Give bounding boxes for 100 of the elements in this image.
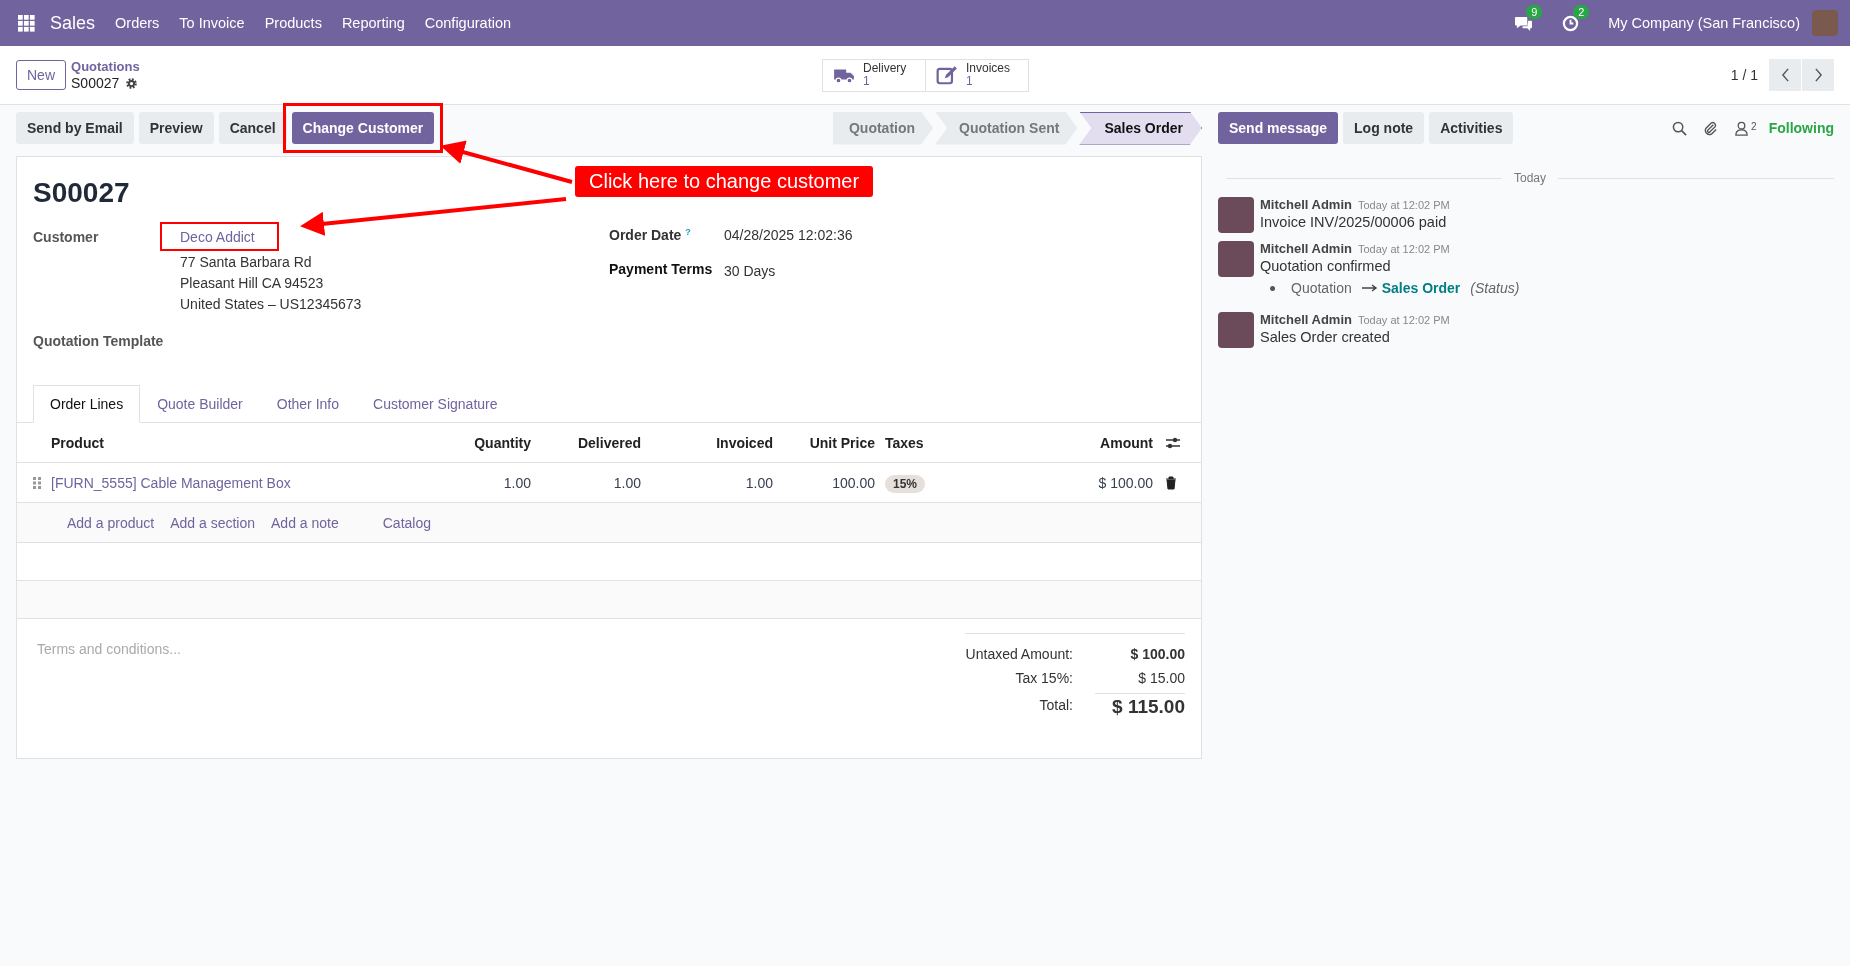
menu-item[interactable]: Orders <box>115 15 160 31</box>
customer-link[interactable]: Deco Addict <box>180 229 255 245</box>
table-cell-text: $ 100.00 <box>1097 474 1153 491</box>
smart-count: 1 <box>863 75 870 88</box>
tab[interactable]: Other Info <box>259 385 357 423</box>
old-value: Quotation <box>1291 280 1352 296</box>
apps-grid-icon[interactable] <box>18 14 35 32</box>
record-title: S00027 <box>33 177 130 209</box>
product-cell[interactable]: [FURN_5555] Cable Management Box <box>51 474 421 491</box>
table-cell-text: 1.00 <box>502 474 531 491</box>
menu-item[interactable]: To Invoice <box>179 15 245 31</box>
field-label: Customer <box>33 228 100 245</box>
table-cell-text: 1.00 <box>612 474 641 491</box>
address-line: Pleasant Hill CA 94523 <box>180 274 325 293</box>
right-arrow-icon <box>1361 284 1378 292</box>
address-line: 77 Santa Barbara Rd <box>180 253 313 272</box>
tab[interactable]: Customer Signature <box>356 385 515 423</box>
chatter-button[interactable]: Send message <box>1218 112 1339 144</box>
following-button[interactable]: Following <box>1768 120 1834 136</box>
column-header[interactable]: Taxes <box>875 434 1005 451</box>
action-button[interactable]: Send by Email <box>16 112 134 144</box>
sliders-icon[interactable] <box>1165 435 1181 450</box>
menu-item[interactable]: Products <box>264 15 322 31</box>
avatar <box>1218 241 1254 277</box>
author-name[interactable]: Mitchell Admin <box>1260 197 1352 212</box>
smart-button[interactable]: Delivery 1 <box>822 58 926 92</box>
chatter-button[interactable]: Activities <box>1429 112 1514 144</box>
help-mark[interactable]: ? <box>685 227 691 237</box>
add-link[interactable]: Add a product <box>67 514 155 531</box>
trash-icon[interactable] <box>1165 475 1177 490</box>
column-header[interactable]: Quantity <box>421 434 531 451</box>
smart-label: Delivery <box>863 62 907 75</box>
app-name[interactable]: Sales <box>50 12 96 34</box>
tab[interactable]: Order Lines <box>33 385 141 423</box>
search-icon[interactable] <box>1672 120 1688 136</box>
person-icon[interactable] <box>1734 120 1750 136</box>
tab[interactable]: Quote Builder <box>140 385 260 423</box>
column-header[interactable]: Amount <box>1005 434 1153 451</box>
total-value: $ 15.00 <box>1137 670 1185 686</box>
next-button[interactable] <box>1802 59 1834 91</box>
message-text: Quotation confirmed <box>1260 258 1392 274</box>
column-header[interactable]: Product <box>51 434 421 451</box>
total-label: Untaxed Amount: <box>965 646 1073 662</box>
message-time: Today at 12:02 PM <box>1357 314 1450 326</box>
message-time: Today at 12:02 PM <box>1357 243 1450 255</box>
avatar <box>1218 312 1254 348</box>
message-text: Sales Order created <box>1260 329 1391 345</box>
previous-button[interactable] <box>1769 59 1801 91</box>
column-header[interactable]: Delivered <box>531 434 641 451</box>
status-stage[interactable]: Quotation Sent <box>935 111 1078 145</box>
smart-button[interactable]: Invoices 1 <box>925 58 1029 92</box>
field-name: (Status) <box>1470 280 1520 296</box>
message-time: Today at 12:02 PM <box>1357 199 1450 211</box>
status-stage[interactable]: Quotation <box>832 111 934 145</box>
total-label: Total: <box>1039 697 1073 713</box>
drag-handle-icon[interactable] <box>33 476 41 489</box>
menu-item[interactable]: Reporting <box>341 15 405 31</box>
address-line: United States – US12345673 <box>180 295 362 314</box>
status-stage[interactable]: Sales Order <box>1079 111 1202 145</box>
total-label: Tax 15%: <box>1015 670 1073 686</box>
breadcrumb-link[interactable]: Quotations <box>71 59 140 75</box>
field-value: 30 Days <box>724 262 776 279</box>
clock-icon[interactable] <box>1561 14 1581 32</box>
chat-bubbles-icon[interactable] <box>1514 14 1534 32</box>
table-cell-text: 1.00 <box>744 474 773 491</box>
action-button[interactable]: Cancel <box>218 112 287 144</box>
action-button[interactable]: Change Customer <box>291 112 435 144</box>
edit-icon <box>936 65 958 85</box>
menu-item[interactable]: Configuration <box>424 15 511 31</box>
new-value: Sales Order <box>1381 280 1461 296</box>
column-header[interactable]: Invoiced <box>641 434 773 451</box>
add-link[interactable]: Add a note <box>271 514 339 531</box>
total-value: $ 115.00 <box>1095 692 1185 718</box>
field-label: Payment Terms <box>609 260 714 277</box>
chatter-button[interactable]: Log note <box>1343 112 1425 144</box>
message-text: Invoice INV/2025/00006 paid <box>1260 214 1448 230</box>
count-badge: 2 <box>1573 4 1590 19</box>
record-name: S00027 <box>71 75 120 91</box>
chevron-right-icon <box>1813 68 1823 82</box>
smart-count: 1 <box>966 75 974 88</box>
gear-icon[interactable] <box>125 76 139 90</box>
pager-value: 1 / 1 <box>1730 67 1758 83</box>
field-label: Order Date <box>609 227 682 243</box>
author-name[interactable]: Mitchell Admin <box>1260 241 1352 256</box>
company-name[interactable]: My Company (San Francisco) <box>1608 15 1800 31</box>
avatar <box>1218 197 1254 233</box>
column-header[interactable]: Unit Price <box>773 434 875 451</box>
new-button[interactable]: New <box>16 60 66 90</box>
field-label: Quotation Template <box>33 332 165 349</box>
author-name[interactable]: Mitchell Admin <box>1260 312 1352 327</box>
table-cell-text: 100.00 <box>831 474 875 491</box>
date-separator: Today <box>1513 171 1547 185</box>
paperclip-icon[interactable] <box>1703 120 1719 136</box>
bullet-dot <box>1270 285 1275 291</box>
tax-tag: 15% <box>885 474 926 493</box>
chevron-left-icon <box>1780 68 1790 82</box>
annotation-callout: Click here to change customer <box>575 166 874 197</box>
action-button[interactable]: Preview <box>138 112 214 144</box>
add-link[interactable]: Add a section <box>170 514 255 531</box>
add-link[interactable]: Catalog <box>382 514 431 531</box>
